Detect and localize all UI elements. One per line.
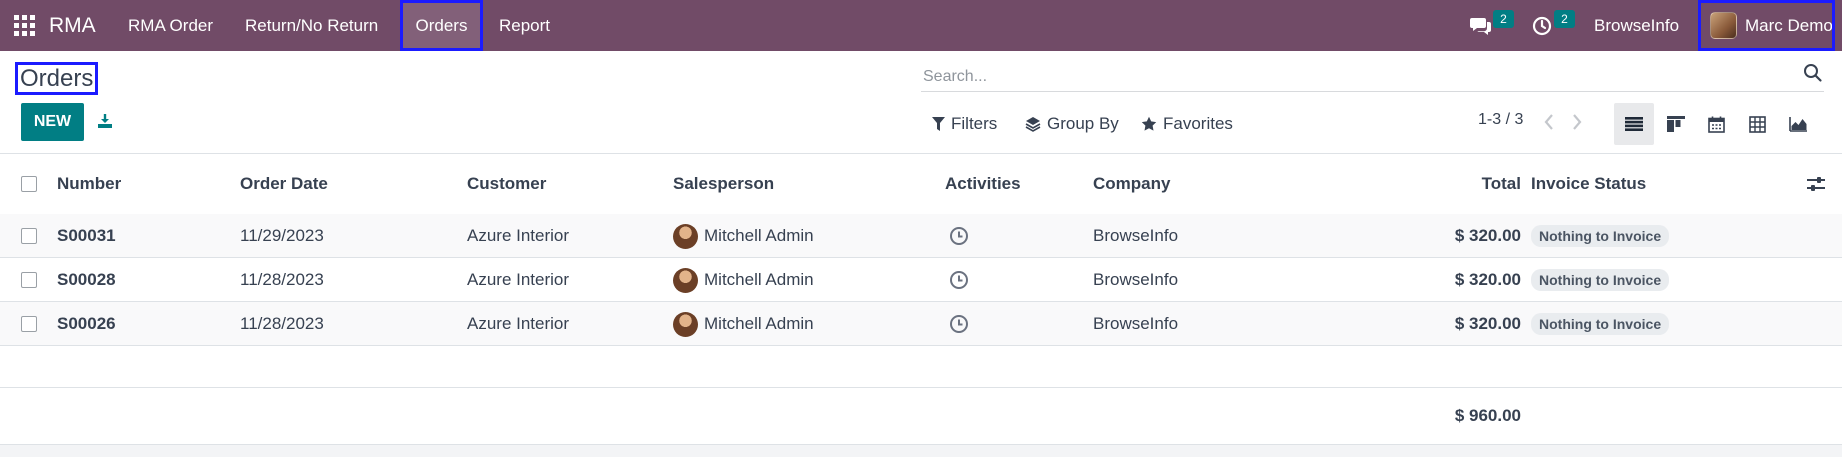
optional-columns-toggle[interactable] (1806, 174, 1826, 194)
salesperson[interactable]: Mitchell Admin (673, 223, 814, 249)
funnel-icon (932, 117, 945, 131)
row-checkbox[interactable] (21, 315, 37, 333)
salesperson-avatar (673, 311, 698, 337)
salesperson[interactable]: Mitchell Admin (673, 267, 814, 293)
activity-button[interactable] (949, 225, 969, 247)
select-all-checkbox[interactable] (21, 174, 37, 194)
salesperson[interactable]: Mitchell Admin (673, 311, 814, 337)
order-total[interactable]: $ 320.00 (1400, 225, 1521, 247)
column-header-invoice-status[interactable]: Invoice Status (1531, 173, 1646, 195)
app-brand[interactable]: RMA (49, 0, 96, 51)
company[interactable]: BrowseInfo (1093, 313, 1178, 335)
clock-icon (950, 227, 968, 245)
salesperson-name: Mitchell Admin (704, 226, 814, 245)
pivot-view-button[interactable] (1737, 103, 1777, 145)
search-input[interactable] (921, 62, 1824, 92)
menu-report[interactable]: Report (499, 0, 550, 51)
star-icon (1141, 116, 1157, 131)
customer[interactable]: Azure Interior (467, 313, 569, 335)
pivot-icon (1748, 115, 1766, 133)
column-header-number[interactable]: Number (57, 173, 121, 195)
salesperson-avatar (673, 223, 698, 249)
top-navbar: RMA RMA Order Return/No Return Orders Re… (0, 0, 1842, 51)
user-name: Marc Demo (1745, 15, 1833, 35)
group-by-button[interactable]: Group By (1025, 113, 1119, 135)
favorites-button[interactable]: Favorites (1141, 113, 1233, 135)
invoice-status-text: Nothing to Invoice (1531, 313, 1670, 335)
layers-icon (1025, 117, 1041, 132)
invoice-status-text: Nothing to Invoice (1531, 269, 1670, 291)
column-header-customer[interactable]: Customer (467, 173, 546, 195)
activities-count-badge: 2 (1554, 10, 1575, 28)
kanban-view-button[interactable] (1656, 103, 1696, 145)
order-date[interactable]: 11/28/2023 (240, 269, 324, 291)
search-icon[interactable] (1803, 63, 1823, 83)
list-view-button[interactable] (1614, 103, 1654, 145)
column-header-total[interactable]: Total (1400, 173, 1521, 195)
menu-rma-order[interactable]: RMA Order (128, 0, 213, 51)
area-chart-icon (1788, 117, 1807, 132)
user-avatar (1710, 12, 1737, 39)
apps-menu-icon[interactable] (14, 0, 36, 51)
column-header-order-date[interactable]: Order Date (240, 173, 328, 195)
salesperson-avatar (673, 267, 698, 293)
filters-label: Filters (951, 114, 998, 133)
order-number[interactable]: S00026 (57, 313, 116, 335)
invoice-status-badge[interactable]: Nothing to Invoice (1531, 224, 1670, 248)
customer[interactable]: Azure Interior (467, 225, 569, 247)
kanban-icon (1667, 116, 1685, 132)
order-date[interactable]: 11/28/2023 (240, 313, 324, 335)
salesperson-name: Mitchell Admin (704, 314, 814, 333)
download-icon[interactable] (96, 112, 114, 130)
chevron-right-icon[interactable] (1569, 112, 1585, 132)
activity-button[interactable] (949, 269, 969, 291)
new-button[interactable]: NEW (21, 103, 84, 141)
order-number[interactable]: S00031 (57, 225, 116, 247)
pager-value[interactable]: 1-3 / 3 (1478, 111, 1523, 129)
order-total[interactable]: $ 320.00 (1400, 269, 1521, 291)
company[interactable]: BrowseInfo (1093, 269, 1178, 291)
activity-clock-icon[interactable] (1532, 0, 1556, 51)
favorites-label: Favorites (1163, 114, 1233, 133)
chat-bubbles-icon[interactable] (1470, 0, 1494, 51)
chevron-left-icon[interactable] (1541, 112, 1557, 132)
company[interactable]: BrowseInfo (1093, 225, 1178, 247)
sliders-icon (1807, 177, 1825, 191)
menu-orders[interactable]: Orders (400, 0, 483, 51)
messages-count-badge: 2 (1493, 10, 1514, 28)
order-number[interactable]: S00028 (57, 269, 116, 291)
activity-button[interactable] (949, 313, 969, 335)
table-footer-divider (0, 387, 1842, 388)
calendar-view-button[interactable] (1696, 103, 1736, 145)
column-header-activities[interactable]: Activities (945, 173, 1021, 195)
filters-button[interactable]: Filters (932, 113, 997, 135)
invoice-status-badge[interactable]: Nothing to Invoice (1531, 312, 1670, 336)
invoice-status-badge[interactable]: Nothing to Invoice (1531, 268, 1670, 292)
group-by-label: Group By (1047, 114, 1119, 133)
graph-view-button[interactable] (1778, 103, 1818, 145)
user-menu[interactable]: Marc Demo (1698, 0, 1835, 51)
order-total[interactable]: $ 320.00 (1400, 313, 1521, 335)
salesperson-name: Mitchell Admin (704, 270, 814, 289)
footer-background (0, 445, 1842, 457)
clock-icon (950, 271, 968, 289)
clock-icon (950, 315, 968, 333)
order-date[interactable]: 11/29/2023 (240, 225, 324, 247)
menu-return-no-return[interactable]: Return/No Return (245, 0, 378, 51)
list-icon (1625, 117, 1643, 131)
invoice-status-text: Nothing to Invoice (1531, 225, 1670, 247)
calendar-icon (1707, 116, 1725, 133)
row-checkbox[interactable] (21, 271, 37, 289)
control-panel-divider (0, 153, 1842, 154)
column-header-salesperson[interactable]: Salesperson (673, 173, 774, 195)
column-header-company[interactable]: Company (1093, 173, 1170, 195)
grand-total: $ 960.00 (1454, 406, 1521, 425)
company-switcher[interactable]: BrowseInfo (1594, 0, 1679, 51)
page-title: Orders (15, 62, 99, 95)
row-checkbox[interactable] (21, 227, 37, 245)
customer[interactable]: Azure Interior (467, 269, 569, 291)
